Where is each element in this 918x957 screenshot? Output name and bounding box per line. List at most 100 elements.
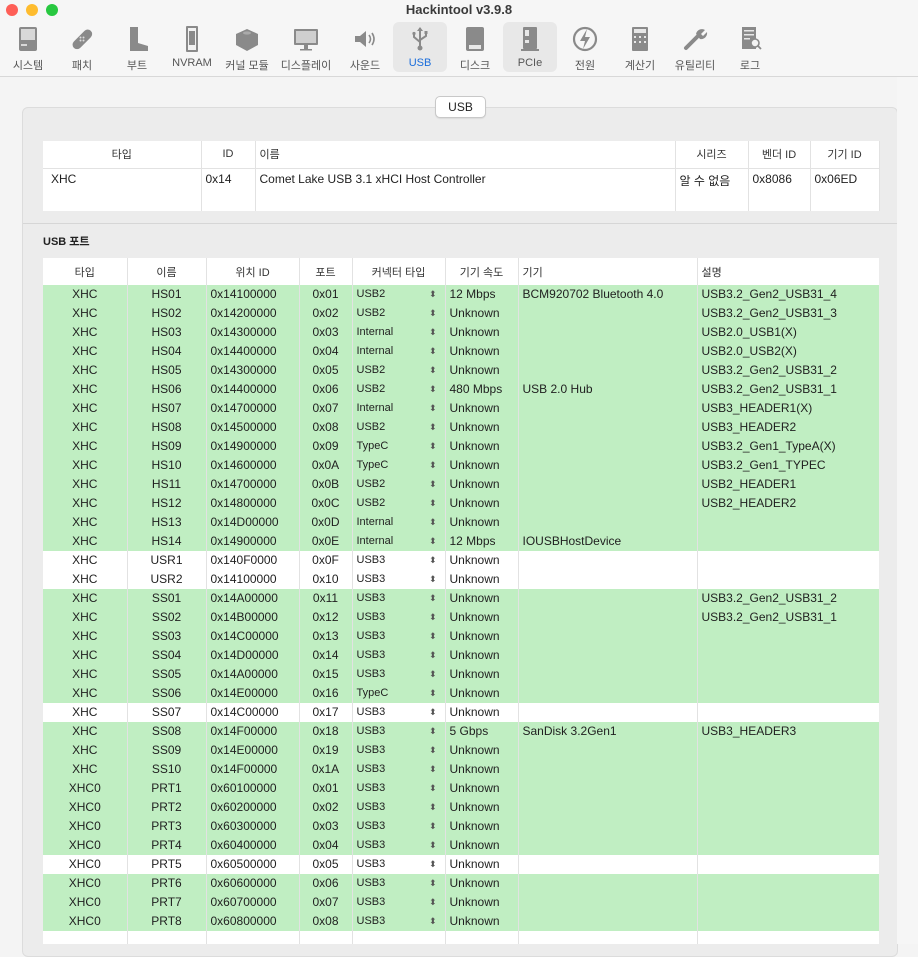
port-comment[interactable]: USB2.0_USB1(X) — [697, 323, 879, 342]
port-row[interactable]: XHC0 PRT6 0x60600000 0x06 USB3 ⬍ Unknown — [43, 874, 879, 893]
port-row[interactable]: XHC SS03 0x14C00000 0x13 USB3 ⬍ Unknown — [43, 627, 879, 646]
port-row[interactable]: XHC0 PRT1 0x60100000 0x01 USB3 ⬍ Unknown — [43, 779, 879, 798]
port-comment[interactable]: USB3.2_Gen2_USB31_1 — [697, 608, 879, 627]
port-row[interactable]: XHC HS04 0x14400000 0x04 Internal ⬍ Unknown USB… — [43, 342, 879, 361]
controller-row[interactable]: XHC 0x14 Comet Lake USB 3.1 xHCI Host Co… — [43, 168, 880, 211]
port-row[interactable]: XHC USR1 0x140F0000 0x0F USB3 ⬍ Unknown — [43, 551, 879, 570]
port-connector-select[interactable]: USB2 ⬍ — [352, 475, 446, 494]
port-comment[interactable] — [697, 703, 879, 722]
port-connector-select[interactable]: USB3 ⬍ — [352, 665, 446, 684]
toolbar-item-system[interactable]: 시스템 — [1, 22, 55, 72]
port-row[interactable]: XHC0 PRT7 0x60700000 0x07 USB3 ⬍ Unknown — [43, 893, 879, 912]
port-row[interactable]: XHC HS14 0x14900000 0x0E Internal ⬍ 12 Mbps IOU… — [43, 532, 879, 551]
column-header-name[interactable]: 이름 — [127, 258, 207, 285]
port-row[interactable]: XHC HS01 0x14100000 0x01 USB2 ⬍ 12 Mbps BCM9207… — [43, 285, 879, 304]
port-row[interactable]: XHC0 PRT2 0x60200000 0x02 USB3 ⬍ Unknown — [43, 798, 879, 817]
toolbar-item-power[interactable]: 전원 — [558, 22, 612, 72]
port-row[interactable]: XHC HS06 0x14400000 0x06 USB2 ⬍ 480 Mbps USB 2.… — [43, 380, 879, 399]
port-row[interactable]: XHC HS05 0x14300000 0x05 USB2 ⬍ Unknown USB3.2_… — [43, 361, 879, 380]
port-connector-select[interactable]: TypeC ⬍ — [352, 437, 446, 456]
column-header-series[interactable]: 시리즈 — [675, 141, 749, 169]
port-row[interactable]: XHC0 PRT3 0x60300000 0x03 USB3 ⬍ Unknown — [43, 817, 879, 836]
port-comment[interactable]: USB3.2_Gen2_USB31_4 — [697, 285, 879, 304]
port-row[interactable]: XHC SS05 0x14A00000 0x15 USB3 ⬍ Unknown — [43, 665, 879, 684]
port-comment[interactable]: USB2_HEADER1 — [697, 475, 879, 494]
port-row[interactable]: XHC SS10 0x14F00000 0x1A USB3 ⬍ Unknown — [43, 760, 879, 779]
port-comment[interactable]: USB3.2_Gen1_TYPEC — [697, 456, 879, 475]
port-connector-select[interactable]: Internal ⬍ — [352, 513, 446, 532]
port-connector-select[interactable]: USB3 ⬍ — [352, 703, 446, 722]
port-row[interactable]: XHC SS01 0x14A00000 0x11 USB3 ⬍ Unknown USB3.2_… — [43, 589, 879, 608]
port-connector-select[interactable]: USB3 ⬍ — [352, 760, 446, 779]
toolbar-item-display[interactable]: 디스플레이 — [279, 22, 333, 72]
port-connector-select[interactable]: USB2 ⬍ — [352, 361, 446, 380]
port-comment[interactable] — [697, 855, 879, 874]
port-comment[interactable]: USB3_HEADER3 — [697, 722, 879, 741]
usb-ports-scroll-area[interactable]: 타입 이름 위치 ID 포트 커넥터 타입 기기 속도 기기 설명 XHC HS0… — [43, 258, 879, 944]
column-header-device-id[interactable]: 기기 ID — [810, 141, 880, 169]
port-comment[interactable]: USB3.2_Gen2_USB31_2 — [697, 589, 879, 608]
port-connector-select[interactable]: USB3 ⬍ — [352, 874, 446, 893]
column-header-port[interactable]: 포트 — [299, 258, 353, 285]
toolbar-item-sound[interactable]: 사운드 — [338, 22, 392, 72]
port-connector-select[interactable]: USB2 ⬍ — [352, 418, 446, 437]
toolbar-item-patch[interactable]: 패치 — [55, 22, 109, 72]
column-header-connector[interactable]: 커넥터 타입 — [352, 258, 446, 285]
toolbar-item-pcie[interactable]: PCIe — [503, 22, 557, 72]
port-comment[interactable] — [697, 684, 879, 703]
toolbar-item-usb[interactable]: USB — [393, 22, 447, 72]
port-connector-select[interactable]: USB3 ⬍ — [352, 646, 446, 665]
port-row[interactable]: XHC HS12 0x14800000 0x0C USB2 ⬍ Unknown USB2_HE… — [43, 494, 879, 513]
port-comment[interactable] — [697, 912, 879, 931]
port-row[interactable]: XHC0 PRT5 0x60500000 0x05 USB3 ⬍ Unknown — [43, 855, 879, 874]
port-row[interactable]: XHC0 PRT4 0x60400000 0x04 USB3 ⬍ Unknown — [43, 836, 879, 855]
port-row[interactable]: XHC HS09 0x14900000 0x09 TypeC ⬍ Unknown USB3.2… — [43, 437, 879, 456]
port-connector-select[interactable]: USB3 ⬍ — [352, 551, 446, 570]
column-header-name[interactable]: 이름 — [255, 141, 676, 169]
port-connector-select[interactable]: USB3 ⬍ — [352, 779, 446, 798]
port-comment[interactable]: USB3_HEADER1(X) — [697, 399, 879, 418]
toolbar-item-disk[interactable]: 디스크 — [448, 22, 502, 72]
port-comment[interactable] — [697, 551, 879, 570]
port-connector-select[interactable]: USB3 ⬍ — [352, 608, 446, 627]
port-connector-select[interactable]: USB3 ⬍ — [352, 836, 446, 855]
port-connector-select[interactable]: USB3 ⬍ — [352, 722, 446, 741]
port-comment[interactable] — [697, 646, 879, 665]
column-header-speed[interactable]: 기기 속도 — [445, 258, 519, 285]
port-connector-select[interactable]: USB3 ⬍ — [352, 627, 446, 646]
port-comment[interactable] — [697, 513, 879, 532]
port-connector-select[interactable]: USB3 ⬍ — [352, 912, 446, 931]
column-header-location-id[interactable]: 위치 ID — [206, 258, 300, 285]
port-row[interactable]: XHC HS08 0x14500000 0x08 USB2 ⬍ Unknown USB3_HE… — [43, 418, 879, 437]
column-header-type[interactable]: 타입 — [43, 258, 128, 285]
port-comment[interactable] — [697, 874, 879, 893]
port-connector-select[interactable]: Internal ⬍ — [352, 399, 446, 418]
port-comment[interactable]: USB3.2_Gen1_TypeA(X) — [697, 437, 879, 456]
port-row[interactable]: XHC SS06 0x14E00000 0x16 TypeC ⬍ Unknown — [43, 684, 879, 703]
port-comment[interactable] — [697, 779, 879, 798]
port-comment[interactable]: USB3.2_Gen2_USB31_2 — [697, 361, 879, 380]
toolbar-item-calculator[interactable]: 계산기 — [613, 22, 667, 72]
port-connector-select[interactable]: USB2 ⬍ — [352, 380, 446, 399]
port-connector-select[interactable]: Internal ⬍ — [352, 323, 446, 342]
port-row[interactable]: XHC HS07 0x14700000 0x07 Internal ⬍ Unknown USB… — [43, 399, 879, 418]
port-row[interactable]: XHC SS07 0x14C00000 0x17 USB3 ⬍ Unknown — [43, 703, 879, 722]
port-row[interactable]: XHC HS02 0x14200000 0x02 USB2 ⬍ Unknown USB3.2_… — [43, 304, 879, 323]
toolbar-item-nvram[interactable]: NVRAM — [165, 22, 219, 72]
port-comment[interactable] — [697, 798, 879, 817]
toolbar-item-kernel-modules[interactable]: 커널 모듈 — [220, 22, 274, 72]
port-comment[interactable] — [697, 893, 879, 912]
column-header-type[interactable]: 타입 — [43, 141, 202, 169]
column-header-comment[interactable]: 설명 — [697, 258, 879, 285]
port-connector-select[interactable]: Internal ⬍ — [352, 342, 446, 361]
toolbar-item-utilities[interactable]: 유틸리티 — [668, 22, 722, 72]
toolbar-item-boot[interactable]: 부트 — [110, 22, 164, 72]
port-comment[interactable] — [697, 532, 879, 551]
port-row[interactable]: XHC SS08 0x14F00000 0x18 USB3 ⬍ 5 Gbps SanDisk … — [43, 722, 879, 741]
port-connector-select[interactable]: USB3 ⬍ — [352, 855, 446, 874]
port-connector-select[interactable]: USB3 ⬍ — [352, 589, 446, 608]
toolbar-item-log[interactable]: 로그 — [723, 22, 777, 72]
port-connector-select[interactable]: USB2 ⬍ — [352, 285, 446, 304]
port-row[interactable]: XHC HS03 0x14300000 0x03 Internal ⬍ Unknown USB… — [43, 323, 879, 342]
port-row[interactable]: XHC HS10 0x14600000 0x0A TypeC ⬍ Unknown USB3.2… — [43, 456, 879, 475]
